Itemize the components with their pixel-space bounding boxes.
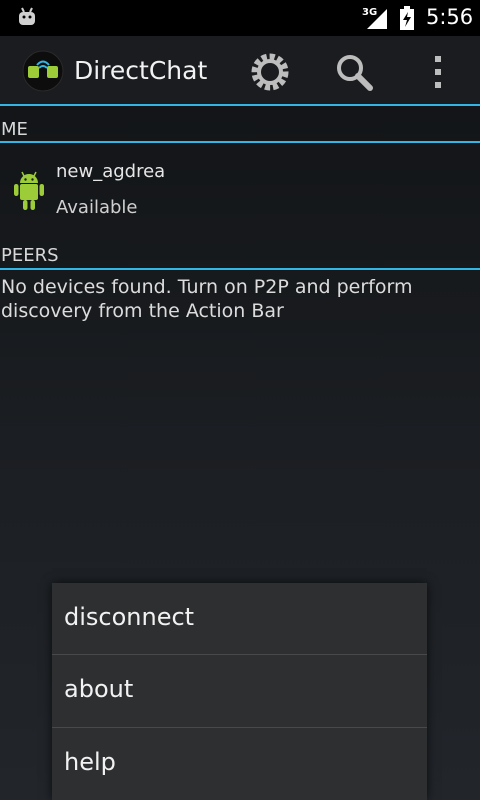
peers-section-divider — [0, 268, 480, 270]
action-bar-divider — [0, 104, 480, 106]
my-device-row[interactable]: new_agdrea Available — [0, 143, 480, 233]
overflow-menu-icon[interactable] — [416, 50, 460, 94]
android-debug-icon — [19, 7, 35, 25]
menu-item-disconnect[interactable]: disconnect — [52, 583, 427, 655]
peers-section-header: PEERS — [1, 245, 59, 266]
signal-icon — [367, 9, 387, 29]
menu-item-about[interactable]: about — [52, 655, 427, 727]
battery-icon — [400, 6, 414, 30]
overflow-menu: disconnect about help — [52, 583, 427, 800]
gear-icon[interactable] — [248, 50, 292, 94]
status-bar: 3G 5:56 — [0, 0, 480, 36]
search-icon[interactable] — [332, 50, 376, 94]
android-device-icon — [14, 171, 44, 210]
my-device-name: new_agdrea — [56, 161, 166, 182]
empty-peers-message: No devices found. Turn on P2P and perfor… — [1, 276, 413, 322]
my-device-status: Available — [56, 197, 138, 218]
me-section-header: ME — [1, 119, 28, 140]
clock: 5:56 — [426, 5, 474, 29]
app-title: DirectChat — [74, 56, 208, 85]
action-bar: DirectChat — [0, 36, 480, 104]
menu-item-help[interactable]: help — [52, 728, 427, 800]
app-logo-icon[interactable] — [22, 50, 64, 92]
